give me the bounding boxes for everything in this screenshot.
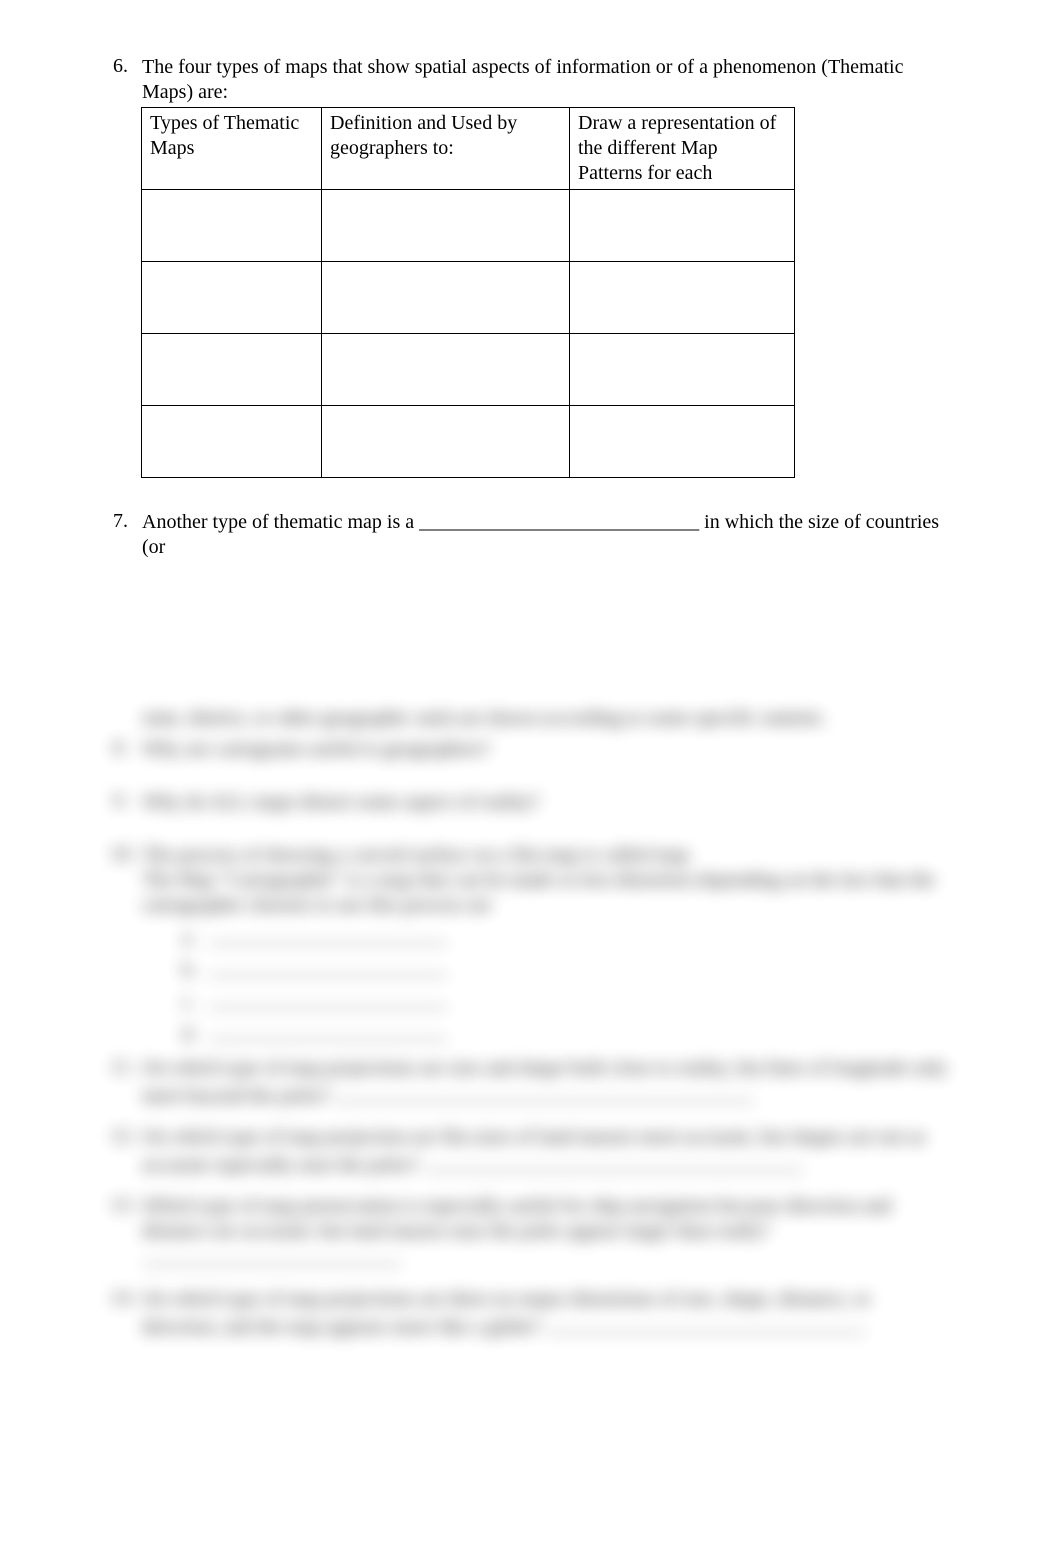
blank-line[interactable]: [424, 1150, 804, 1171]
cell-type-1[interactable]: [142, 190, 322, 262]
question-text: On which type of map projections are the…: [142, 1287, 952, 1340]
blank-line[interactable]: [335, 1081, 755, 1102]
table-header-draw: Draw a representation of the different M…: [570, 108, 795, 190]
q10-sublist: a. b. c. d.: [182, 922, 952, 1046]
question-number: 8.: [110, 737, 142, 760]
question-text: Another type of thematic map is a ______…: [142, 510, 952, 560]
table-row: [142, 406, 795, 478]
question-14: 14. On which type of map projections are…: [110, 1287, 952, 1340]
question-12: 12. On which type of map projection are …: [110, 1125, 952, 1178]
cell-def-2[interactable]: [322, 262, 570, 334]
question-number: 10.: [110, 843, 142, 866]
question-6: 6. The four types of maps that show spat…: [110, 55, 952, 478]
cell-def-4[interactable]: [322, 406, 570, 478]
question-text: On which type of map projections are siz…: [142, 1056, 952, 1109]
hidden-text: state, district, or other geographic uni…: [142, 706, 952, 731]
blank-line[interactable]: [208, 1018, 448, 1040]
question-text: Why are cartograms useful to geographers…: [142, 737, 952, 762]
thematic-maps-table: Types of Thematic Maps Definition and Us…: [141, 107, 795, 478]
sub-item-b: b.: [182, 954, 952, 982]
table-row: [142, 190, 795, 262]
cell-def-3[interactable]: [322, 334, 570, 406]
question-text: On which type of map projection are flat…: [142, 1125, 952, 1178]
cell-type-2[interactable]: [142, 262, 322, 334]
q10-line2: The Map "Cartographer" is a map that can…: [142, 868, 952, 893]
cell-type-3[interactable]: [142, 334, 322, 406]
blank-line[interactable]: [208, 922, 448, 944]
question-9: 9. Why do ALL maps distort some aspect o…: [110, 790, 952, 815]
blank-line[interactable]: [208, 954, 448, 976]
question-7: 7. Another type of thematic map is a ___…: [110, 510, 952, 560]
sub-item-d: d.: [182, 1018, 952, 1046]
question-number: 12.: [110, 1125, 142, 1148]
question-11: 11. On which type of map projections are…: [110, 1056, 952, 1109]
cell-type-4[interactable]: [142, 406, 322, 478]
hidden-line-continuation: state, district, or other geographic uni…: [110, 706, 952, 731]
cell-draw-4[interactable]: [570, 406, 795, 478]
blank-line[interactable]: [546, 1312, 866, 1333]
question-text: Why do ALL maps distort some aspect of r…: [142, 790, 952, 815]
question-number: 7.: [110, 510, 142, 533]
question-text: The four types of maps that show spatial…: [142, 55, 952, 105]
question-number: 14.: [110, 1287, 142, 1310]
blank-line[interactable]: [142, 1244, 402, 1265]
table-header-types: Types of Thematic Maps: [142, 108, 322, 190]
question-13: 13. Which type of map preservation is es…: [110, 1194, 952, 1271]
question-body: Another type of thematic map is a ______…: [142, 510, 952, 560]
question-8: 8. Why are cartograms useful to geograph…: [110, 737, 952, 762]
table-row: [142, 334, 795, 406]
q7-text-a: Another type of thematic map is a: [142, 511, 419, 533]
question-10: 10. The process of showing a curved surf…: [110, 843, 952, 1050]
cell-draw-2[interactable]: [570, 262, 795, 334]
q10-line3: cartographer chooses to use this process…: [142, 893, 952, 918]
cell-draw-1[interactable]: [570, 190, 795, 262]
q7-blank[interactable]: ____________________________: [419, 511, 699, 533]
blurred-content: state, district, or other geographic uni…: [110, 706, 952, 1340]
table-row: [142, 262, 795, 334]
question-number: 11.: [110, 1056, 142, 1079]
question-number: 9.: [110, 790, 142, 813]
sub-item-c: c.: [182, 986, 952, 1014]
blank-line[interactable]: [208, 986, 448, 1008]
question-number: 13.: [110, 1194, 142, 1217]
question-text: Which type of map preservation is especi…: [142, 1194, 952, 1244]
q10-line1: The process of showing a curved surface …: [142, 843, 952, 868]
cell-def-1[interactable]: [322, 190, 570, 262]
sub-item-a: a.: [182, 922, 952, 950]
table-header-row: Types of Thematic Maps Definition and Us…: [142, 108, 795, 190]
question-body: The four types of maps that show spatial…: [142, 55, 952, 478]
question-number: 6.: [110, 55, 142, 78]
cell-draw-3[interactable]: [570, 334, 795, 406]
table-header-definition: Definition and Used by geographers to:: [322, 108, 570, 190]
